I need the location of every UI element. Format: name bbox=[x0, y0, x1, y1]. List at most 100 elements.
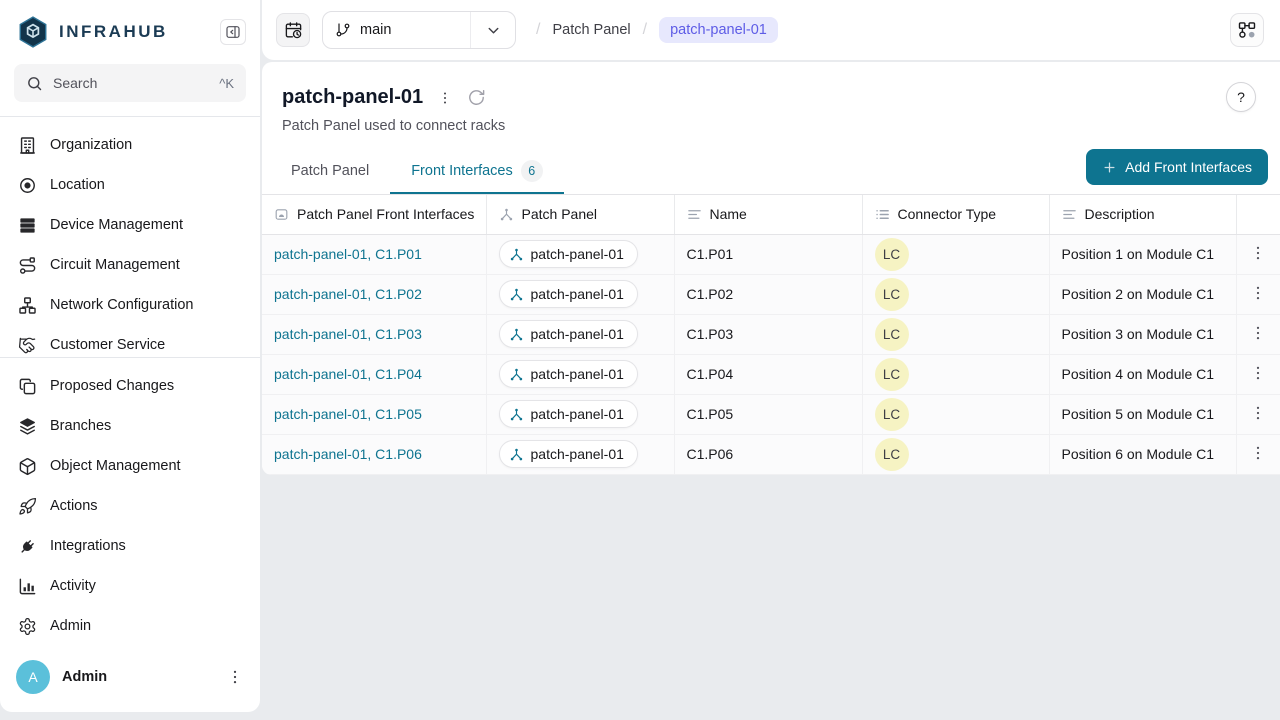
sidebar-item-branches[interactable]: Branches bbox=[0, 406, 260, 446]
table-header-row: Patch Panel Front Interfaces Patch Panel… bbox=[262, 195, 1280, 234]
sidebar-item-admin[interactable]: Admin bbox=[0, 606, 260, 646]
sidebar-item-location[interactable]: Location bbox=[0, 165, 260, 205]
handshake-icon bbox=[18, 336, 37, 355]
sidebar-item-label: Organization bbox=[50, 137, 132, 153]
sidebar-header: INFRAHUB bbox=[0, 0, 260, 62]
column-header-description[interactable]: Description bbox=[1049, 195, 1236, 234]
branch-selector-chevron[interactable] bbox=[471, 22, 515, 39]
breadcrumb-separator: / bbox=[643, 21, 647, 39]
front-interface-link[interactable]: patch-panel-01, C1.P01 bbox=[274, 246, 422, 262]
user-menu[interactable]: A Admin bbox=[0, 646, 260, 712]
sidebar-item-organization[interactable]: Organization bbox=[0, 125, 260, 165]
connector-type-badge: LC bbox=[875, 278, 909, 311]
infrahub-logo-icon bbox=[16, 14, 50, 50]
branch-name: main bbox=[360, 22, 391, 38]
patch-panel-pill[interactable]: patch-panel-01 bbox=[499, 400, 638, 428]
column-header-patch-panel[interactable]: Patch Panel bbox=[486, 195, 674, 234]
sidebar-item-customer-service[interactable]: Customer Service bbox=[0, 325, 260, 357]
server-icon bbox=[18, 216, 37, 235]
tabs-bar: Patch Panel Front Interfaces 6 Add Front… bbox=[262, 147, 1280, 195]
avatar: A bbox=[16, 660, 50, 694]
align-left-icon bbox=[1062, 207, 1077, 222]
row-actions-kebab-icon[interactable] bbox=[1249, 324, 1267, 342]
layers-icon bbox=[18, 417, 37, 436]
patch-panel-pill[interactable]: patch-panel-01 bbox=[499, 440, 638, 468]
sidebar-item-actions[interactable]: Actions bbox=[0, 486, 260, 526]
schema-icon bbox=[1237, 20, 1257, 40]
add-front-interfaces-button[interactable]: Add Front Interfaces bbox=[1086, 149, 1268, 185]
search-icon bbox=[26, 75, 43, 92]
front-interface-link[interactable]: patch-panel-01, C1.P04 bbox=[274, 366, 422, 382]
row-actions-kebab-icon[interactable] bbox=[1249, 364, 1267, 382]
row-actions-kebab-icon[interactable] bbox=[1249, 244, 1267, 262]
patch-panel-pill[interactable]: patch-panel-01 bbox=[499, 280, 638, 308]
connector-type-badge: LC bbox=[875, 238, 909, 271]
column-header-connector-type[interactable]: Connector Type bbox=[862, 195, 1049, 234]
building-icon bbox=[18, 136, 37, 155]
front-interface-link[interactable]: patch-panel-01, C1.P06 bbox=[274, 446, 422, 462]
breadcrumb: / Patch Panel / patch-panel-01 bbox=[536, 17, 778, 43]
column-header-actions bbox=[1236, 195, 1280, 234]
sidebar-item-activity[interactable]: Activity bbox=[0, 566, 260, 606]
sidebar-item-label: Integrations bbox=[50, 538, 126, 554]
gear-icon bbox=[18, 617, 37, 636]
search-shortcut: ^K bbox=[219, 76, 234, 91]
refresh-icon[interactable] bbox=[467, 88, 486, 107]
panel-collapse-icon bbox=[225, 24, 241, 40]
breadcrumb-current[interactable]: patch-panel-01 bbox=[659, 17, 778, 43]
tab-patch-panel[interactable]: Patch Panel bbox=[270, 147, 390, 194]
sidebar-item-label: Branches bbox=[50, 418, 111, 434]
user-menu-kebab-icon[interactable] bbox=[226, 668, 244, 686]
connector-type-badge: LC bbox=[875, 318, 909, 351]
sidebar-item-circuit-management[interactable]: Circuit Management bbox=[0, 245, 260, 285]
search-input[interactable]: Search ^K bbox=[14, 64, 246, 102]
description-cell: Position 3 on Module C1 bbox=[1049, 314, 1236, 354]
table-row: patch-panel-01, C1.P02patch-panel-01C1.P… bbox=[262, 274, 1280, 314]
collapse-sidebar-button[interactable] bbox=[220, 19, 246, 45]
app-logo[interactable]: INFRAHUB bbox=[16, 14, 168, 50]
app-name: INFRAHUB bbox=[59, 22, 168, 42]
table-row: patch-panel-01, C1.P03 patch-panel-01 C1.P… bbox=[262, 314, 1280, 354]
sidebar-item-network-configuration[interactable]: Network Configuration bbox=[0, 285, 260, 325]
sidebar-item-device-management[interactable]: Device Management bbox=[0, 205, 260, 245]
row-actions-kebab-icon[interactable] bbox=[1249, 444, 1267, 462]
branch-selector[interactable]: main bbox=[322, 11, 516, 49]
tab-front-interfaces-label: Front Interfaces bbox=[411, 163, 513, 179]
hierarchy-icon bbox=[499, 207, 514, 222]
table-row: patch-panel-01, C1.P05patch-panel-01C1.P… bbox=[262, 394, 1280, 434]
patch-panel-pill[interactable]: patch-panel-01 bbox=[499, 360, 638, 388]
front-interface-link[interactable]: patch-panel-01, C1.P03 bbox=[274, 326, 422, 342]
patch-panel-pill[interactable]: patch-panel-01 bbox=[499, 320, 638, 348]
object-actions-kebab-icon[interactable] bbox=[437, 90, 453, 106]
connector-type-badge: LC bbox=[875, 358, 909, 391]
column-header-name[interactable]: Name bbox=[674, 195, 862, 234]
object-header: patch-panel-01 ? Patch Panel used to con… bbox=[262, 62, 1280, 134]
model-icon bbox=[274, 207, 289, 222]
row-actions-kebab-icon[interactable] bbox=[1249, 284, 1267, 302]
sidebar-item-integrations[interactable]: Integrations bbox=[0, 526, 260, 566]
search-placeholder: Search bbox=[53, 75, 97, 91]
sidebar-menu-secondary: Proposed Changes Branches Object Managemen… bbox=[0, 358, 260, 646]
patch-panel-pill[interactable]: patch-panel-01 bbox=[499, 240, 638, 268]
name-cell: C1.P03 bbox=[674, 314, 862, 354]
time-travel-button[interactable] bbox=[276, 13, 310, 47]
help-button[interactable]: ? bbox=[1226, 82, 1256, 112]
name-cell: C1.P01 bbox=[674, 234, 862, 274]
front-interface-link[interactable]: patch-panel-01, C1.P05 bbox=[274, 406, 422, 422]
sidebar-item-object-management[interactable]: Object Management bbox=[0, 446, 260, 486]
column-header-front-interfaces[interactable]: Patch Panel Front Interfaces bbox=[262, 195, 486, 234]
rocket-icon bbox=[18, 497, 37, 516]
object-description: Patch Panel used to connect racks bbox=[282, 118, 1256, 134]
sidebar: INFRAHUB Search ^K Organization Location D… bbox=[0, 0, 260, 712]
name-cell: C1.P04 bbox=[674, 354, 862, 394]
sidebar-item-proposed-changes[interactable]: Proposed Changes bbox=[0, 366, 260, 406]
page-title: patch-panel-01 bbox=[282, 86, 423, 109]
tab-front-interfaces[interactable]: Front Interfaces 6 bbox=[390, 147, 564, 194]
git-branch-icon bbox=[335, 22, 351, 38]
row-actions-kebab-icon[interactable] bbox=[1249, 404, 1267, 422]
sidebar-item-label: Location bbox=[50, 177, 105, 193]
front-interface-link[interactable]: patch-panel-01, C1.P02 bbox=[274, 286, 422, 302]
breadcrumb-patch-panel[interactable]: Patch Panel bbox=[552, 22, 630, 38]
sidebar-menu-primary: Organization Location Device ManagementCir… bbox=[0, 117, 260, 357]
schema-visualizer-button[interactable] bbox=[1230, 13, 1264, 47]
